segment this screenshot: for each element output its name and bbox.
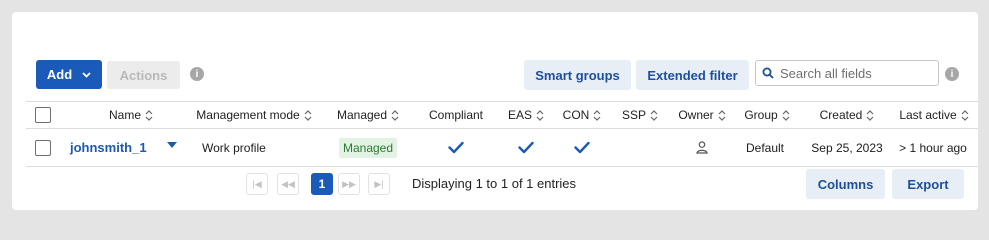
- select-all-cell: [34, 102, 52, 128]
- smart-groups-label: Smart groups: [535, 67, 620, 83]
- created-cell: Sep 25, 2023: [811, 140, 883, 155]
- caret-down-icon: [167, 142, 177, 148]
- con-cell: [559, 129, 605, 166]
- check-icon: [448, 141, 464, 154]
- table-row[interactable]: johnsmith_1 Work profile Managed Default…: [26, 129, 978, 167]
- columns-button[interactable]: Columns: [806, 169, 885, 199]
- column-header-name[interactable]: Name: [96, 102, 166, 128]
- previous-page-button[interactable]: ◀◀: [277, 173, 299, 195]
- sort-icon: [145, 109, 153, 121]
- sort-icon: [650, 109, 658, 121]
- device-name-link[interactable]: johnsmith_1: [70, 140, 147, 155]
- first-page-button[interactable]: |◀: [246, 173, 268, 195]
- sort-icon: [304, 109, 312, 121]
- export-button[interactable]: Export: [892, 169, 964, 199]
- column-header-group[interactable]: Group: [739, 102, 795, 128]
- search-input[interactable]: [780, 65, 930, 81]
- device-name-cell: johnsmith_1: [68, 129, 166, 166]
- last-page-button[interactable]: ▶|: [368, 173, 390, 195]
- group-cell: Default: [745, 140, 785, 155]
- owner-cell: [672, 129, 732, 166]
- row-checkbox[interactable]: [35, 139, 51, 156]
- add-button[interactable]: Add: [36, 60, 102, 89]
- check-icon: [574, 141, 590, 154]
- column-header-con[interactable]: CON: [559, 102, 605, 128]
- managed-cell: Managed: [331, 129, 405, 166]
- column-header-created[interactable]: Created: [806, 102, 888, 128]
- export-label: Export: [907, 176, 949, 192]
- column-header-owner[interactable]: Owner: [672, 102, 732, 128]
- search-box[interactable]: [755, 60, 939, 86]
- check-icon: [518, 141, 534, 154]
- managed-status-badge: Managed: [338, 137, 398, 158]
- smart-groups-button[interactable]: Smart groups: [524, 60, 631, 90]
- pagination-summary: Displaying 1 to 1 of 1 entries: [412, 176, 577, 191]
- sort-icon: [593, 109, 601, 121]
- chevron-down-icon: [82, 71, 91, 78]
- compliant-cell: [415, 129, 497, 166]
- table-header: Name Management mode Managed Compliant E…: [26, 101, 978, 129]
- info-icon[interactable]: i: [190, 67, 204, 81]
- search-info-icon[interactable]: i: [945, 67, 959, 81]
- columns-label: Columns: [817, 176, 874, 192]
- last-active-cell: > 1 hour ago: [899, 140, 967, 155]
- row-expand-toggle[interactable]: [164, 129, 180, 166]
- select-all-checkbox[interactable]: [35, 107, 51, 123]
- column-header-last-active[interactable]: Last active: [892, 102, 976, 128]
- sort-icon: [391, 109, 399, 121]
- actions-button[interactable]: Actions: [107, 61, 180, 89]
- column-header-eas[interactable]: EAS: [504, 102, 548, 128]
- extended-filter-button[interactable]: Extended filter: [636, 60, 749, 90]
- sort-icon: [536, 109, 544, 121]
- devices-panel: Add Actions i Smart groups Extended filt…: [12, 12, 978, 210]
- sort-icon: [782, 109, 790, 121]
- column-header-managed[interactable]: Managed: [331, 102, 405, 128]
- sort-icon: [866, 109, 874, 121]
- eas-cell: [504, 129, 548, 166]
- management-mode-cell: Work profile: [202, 140, 266, 155]
- actions-button-label: Actions: [119, 67, 168, 83]
- sort-icon: [961, 109, 969, 121]
- add-button-label: Add: [46, 67, 73, 82]
- column-header-ssp[interactable]: SSP: [618, 102, 662, 128]
- person-icon[interactable]: [696, 141, 708, 154]
- page-1-button[interactable]: 1: [311, 173, 333, 195]
- next-page-button[interactable]: ▶▶: [338, 173, 360, 195]
- extended-filter-label: Extended filter: [647, 67, 738, 83]
- row-select-cell: [34, 129, 52, 166]
- column-header-compliant[interactable]: Compliant: [415, 102, 497, 128]
- search-icon: [762, 67, 774, 79]
- ssp-cell: [618, 129, 662, 166]
- column-header-management-mode[interactable]: Management mode: [189, 102, 319, 128]
- sort-icon: [718, 109, 726, 121]
